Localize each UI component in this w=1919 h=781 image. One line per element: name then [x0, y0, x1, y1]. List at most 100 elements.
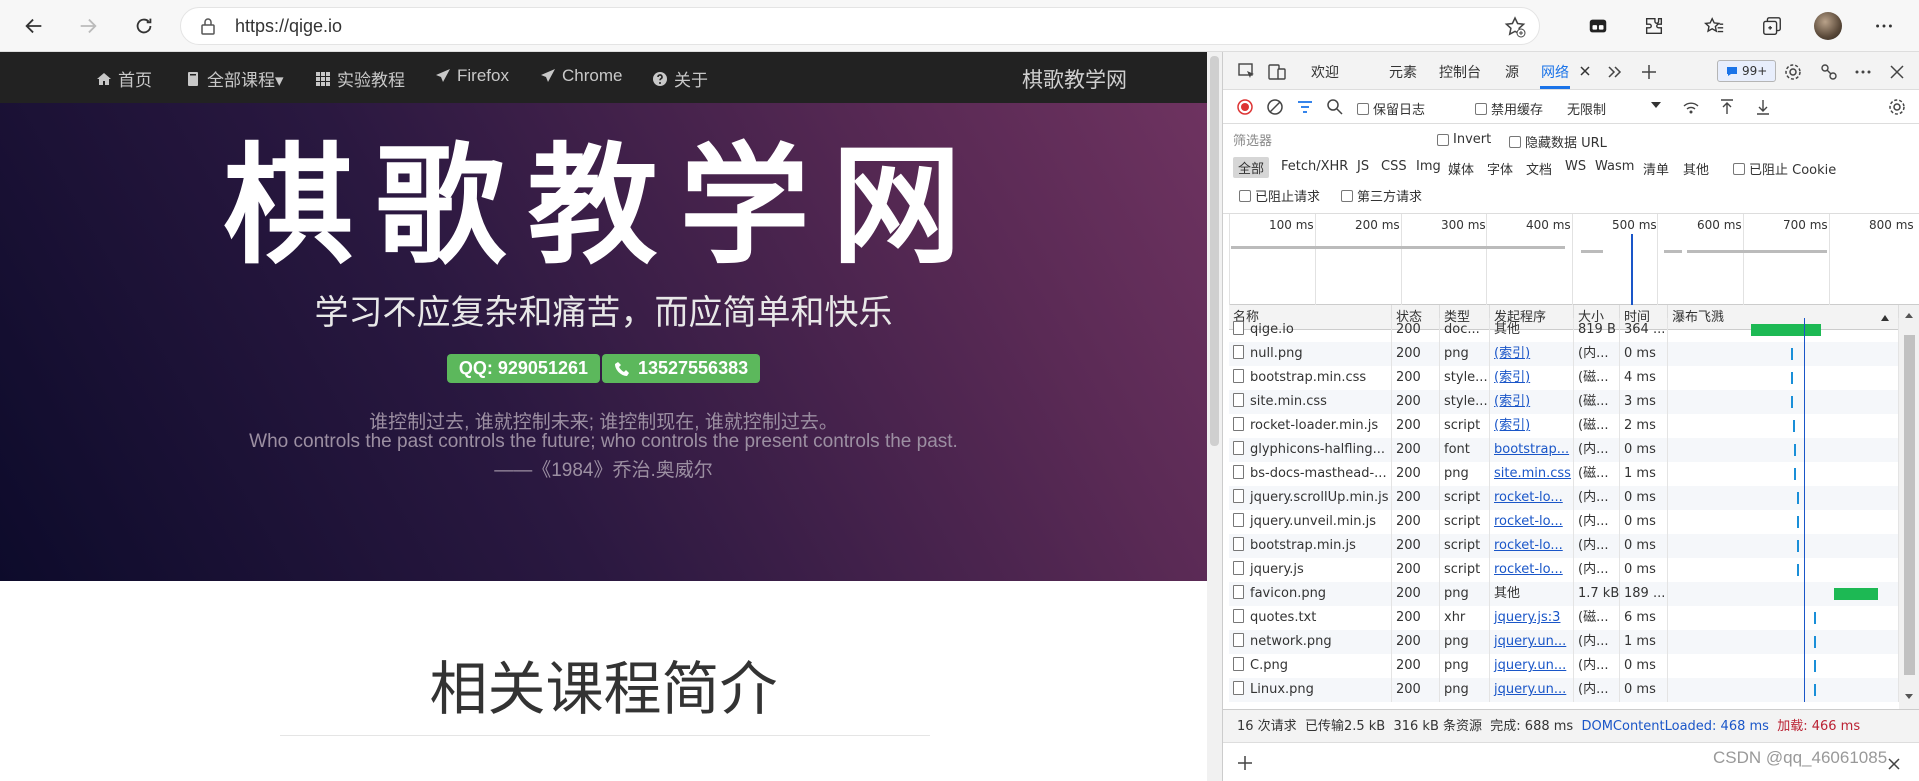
add-tab-icon[interactable] — [1639, 62, 1659, 82]
filter-type-manifest[interactable]: 清单 — [1643, 159, 1669, 178]
table-row[interactable]: Linux.png 200 png jquery.un... (内... 0 ms — [1229, 678, 1899, 702]
cell-initiator[interactable]: bootstrap... — [1490, 438, 1574, 462]
table-scrollbar[interactable] — [1899, 305, 1919, 709]
scroll-down-icon[interactable] — [1904, 691, 1914, 701]
invert-box[interactable] — [1437, 133, 1449, 146]
hide-data-urls-box[interactable] — [1509, 135, 1521, 148]
filter-type-other[interactable]: 其他 — [1683, 159, 1709, 178]
filter-type-doc[interactable]: 文档 — [1526, 159, 1552, 178]
table-row[interactable]: null.png 200 png (索引) (内... 0 ms — [1229, 342, 1899, 366]
filter-input[interactable]: 筛选器 — [1229, 128, 1409, 150]
table-row[interactable]: jquery.scrollUp.min.js 200 script rocket-lo… — [1229, 486, 1899, 510]
extensions-button[interactable] — [1638, 10, 1670, 42]
filter-type-wasm[interactable]: Wasm — [1595, 159, 1634, 174]
cell-initiator[interactable]: jquery.un... — [1490, 678, 1574, 702]
cell-initiator[interactable]: rocket-lo... — [1490, 558, 1574, 582]
close-devtools-icon[interactable] — [1887, 62, 1907, 82]
nav-chrome[interactable]: Chrome — [540, 66, 622, 86]
record-icon[interactable] — [1235, 97, 1255, 117]
cell-initiator[interactable]: jquery.un... — [1490, 630, 1574, 654]
table-row[interactable]: jquery.js 200 script rocket-lo... (内... 0 ms — [1229, 558, 1899, 582]
cell-initiator[interactable]: (索引) — [1490, 390, 1574, 414]
import-har-icon[interactable] — [1717, 97, 1737, 117]
third-party-checkbox[interactable]: 第三方请求 — [1341, 186, 1422, 205]
connect-icon[interactable] — [1819, 62, 1839, 82]
cell-initiator[interactable]: (索引) — [1490, 342, 1574, 366]
tab-console[interactable]: 控制台 — [1439, 62, 1481, 82]
table-scrollbar-thumb[interactable] — [1904, 335, 1915, 675]
chevron-down-icon[interactable] — [1649, 98, 1663, 112]
cell-initiator[interactable]: site.min.css — [1490, 462, 1574, 486]
add-drawer-tab-icon[interactable] — [1237, 755, 1253, 771]
filter-type-img[interactable]: Img — [1416, 159, 1441, 174]
tab-network[interactable]: 网络 — [1541, 62, 1569, 82]
filter-type-css[interactable]: CSS — [1381, 159, 1407, 174]
table-row[interactable]: site.min.css 200 style... (索引) (磁... 3 ms — [1229, 390, 1899, 414]
table-row[interactable]: rocket-loader.min.js 200 script (索引) (磁... 2 … — [1229, 414, 1899, 438]
settings-icon[interactable] — [1783, 62, 1803, 82]
table-row[interactable]: favicon.png 200 png 其他 1.7 kB 189 ... — [1229, 582, 1899, 606]
timeline-overview[interactable]: 100 ms 200 ms 300 ms 400 ms 500 ms 600 m… — [1229, 214, 1919, 305]
filter-type-js[interactable]: JS — [1357, 159, 1369, 174]
export-har-icon[interactable] — [1753, 97, 1773, 117]
cell-initiator[interactable]: rocket-lo... — [1490, 510, 1574, 534]
invert-checkbox[interactable]: Invert — [1437, 132, 1491, 147]
favorites-button[interactable] — [1698, 10, 1730, 42]
table-row[interactable]: bs-docs-masthead-... 200 png site.min.css (磁… — [1229, 462, 1899, 486]
filter-type-font[interactable]: 字体 — [1487, 159, 1513, 178]
preserve-log-checkbox[interactable]: 保留日志 — [1357, 99, 1425, 118]
site-brand[interactable]: 棋歌教学网 — [1022, 64, 1127, 94]
blocked-cookies-checkbox[interactable]: 已阻止 Cookie — [1733, 159, 1836, 178]
tab-elements[interactable]: 元素 — [1389, 62, 1417, 82]
nav-firefox[interactable]: Firefox — [435, 66, 509, 86]
filter-type-media[interactable]: 媒体 — [1448, 159, 1474, 178]
table-row[interactable]: bootstrap.min.css 200 style... (索引) (磁... 4 m… — [1229, 366, 1899, 390]
close-drawer-icon[interactable] — [1887, 757, 1901, 771]
blocked-requests-checkbox[interactable]: 已阻止请求 — [1239, 186, 1320, 205]
search-icon[interactable] — [1325, 97, 1345, 117]
page-scrollbar[interactable] — [1207, 52, 1222, 781]
nav-lab-tutorials[interactable]: 实验教程 — [315, 66, 405, 91]
disable-cache-checkbox[interactable]: 禁用缓存 — [1475, 99, 1543, 118]
refresh-button[interactable] — [126, 8, 162, 44]
preserve-log-box[interactable] — [1357, 102, 1369, 115]
add-favorite-icon[interactable] — [1503, 15, 1527, 39]
nav-about[interactable]: 关于 — [652, 66, 708, 91]
collections-button[interactable] — [1582, 10, 1614, 42]
cell-initiator[interactable]: (索引) — [1490, 366, 1574, 390]
tab-actions-button[interactable] — [1756, 10, 1788, 42]
more-tabs-icon[interactable] — [1605, 62, 1625, 82]
table-row[interactable]: bootstrap.min.js 200 script rocket-lo... (内.… — [1229, 534, 1899, 558]
customize-menu-icon[interactable] — [1853, 62, 1873, 82]
nav-home[interactable]: 首页 — [96, 66, 152, 91]
nav-all-courses[interactable]: 全部课程▾ — [185, 66, 284, 91]
disable-cache-box[interactable] — [1475, 102, 1487, 115]
network-settings-icon[interactable] — [1887, 97, 1907, 117]
lock-icon[interactable] — [199, 17, 217, 35]
back-button[interactable] — [16, 8, 52, 44]
cell-initiator[interactable]: jquery.un... — [1490, 654, 1574, 678]
blocked-cookies-box[interactable] — [1733, 162, 1745, 175]
profile-button[interactable] — [1812, 10, 1844, 42]
blocked-requests-box[interactable] — [1239, 189, 1251, 202]
more-button[interactable] — [1868, 10, 1900, 42]
cell-initiator[interactable]: rocket-lo... — [1490, 486, 1574, 510]
url-text[interactable]: https://qige.io — [235, 16, 342, 37]
filter-type-fetch[interactable]: Fetch/XHR — [1281, 159, 1348, 174]
table-row[interactable]: qige.io 200 doc... 其他 819 B 364 ... — [1229, 318, 1899, 342]
address-bar[interactable]: https://qige.io — [180, 7, 1540, 45]
cell-initiator[interactable]: jquery.js:3 — [1490, 606, 1574, 630]
clear-icon[interactable] — [1265, 97, 1285, 117]
close-tab-icon[interactable] — [1579, 65, 1591, 77]
table-row[interactable]: jquery.unveil.min.js 200 script rocket-lo..… — [1229, 510, 1899, 534]
table-row[interactable]: glyphicons-halfling... 200 font bootstrap..… — [1229, 438, 1899, 462]
filter-icon[interactable] — [1295, 97, 1315, 117]
scroll-up-icon[interactable] — [1904, 311, 1914, 321]
issues-badge[interactable]: 99+ — [1717, 60, 1777, 82]
inspect-icon[interactable] — [1237, 62, 1257, 82]
tab-welcome[interactable]: 欢迎 — [1311, 62, 1339, 82]
table-row[interactable]: C.png 200 png jquery.un... (内... 0 ms — [1229, 654, 1899, 678]
table-row[interactable]: network.png 200 png jquery.un... (内... 1 ms — [1229, 630, 1899, 654]
cell-initiator[interactable]: (索引) — [1490, 414, 1574, 438]
page-scrollbar-thumb[interactable] — [1210, 56, 1219, 446]
